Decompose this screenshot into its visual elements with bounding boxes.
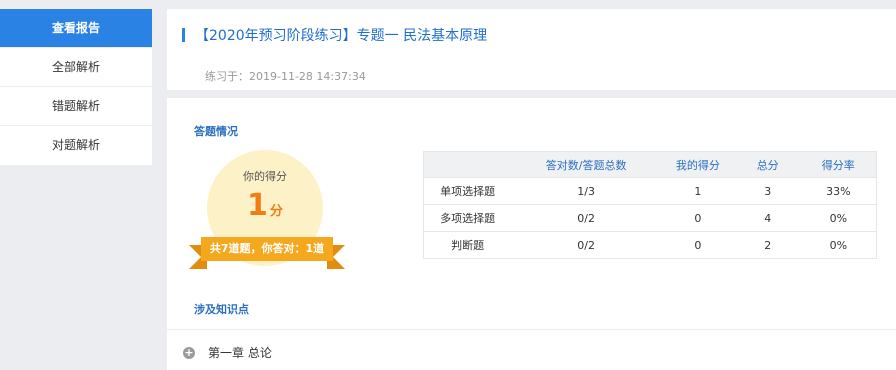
knowledge-item-label: 第一章 总论 [208,346,272,360]
sidebar-item-wrong-analysis[interactable]: 错题解析 [0,87,152,126]
report-main: 答题情况 你的得分 1分 共7道题，你答对：1道 答对数/答题总数 我的得分 总… [167,98,896,370]
stats-header-rate: 得分率 [800,151,877,178]
cell-type: 单项选择题 [423,177,512,205]
cell-rate: 33% [800,177,877,205]
section-divider [167,329,896,330]
summary-ribbon: 共7道题，你答对：1道 [189,237,345,269]
score-number: 1 [247,188,268,223]
cell-correct: 0/2 [511,204,661,232]
page-title: 【2020年预习阶段练习】专题一 民法基本原理 [195,28,488,44]
stats-header-correct: 答对数/答题总数 [511,151,661,178]
sidebar-item-all-analysis[interactable]: 全部解析 [0,48,152,87]
summary-text: 共7道题，你答对：1道 [201,237,333,261]
cell-correct: 1/3 [511,177,661,205]
score-unit: 分 [269,204,283,219]
title-accent-bar [182,28,185,42]
sidebar-item-correct-analysis[interactable]: 对题解析 [0,126,152,165]
cell-type: 判断题 [423,231,512,259]
stats-header-total: 总分 [734,151,801,178]
cell-my-score: 0 [660,204,735,232]
stats-header-type [423,151,512,178]
cell-rate: 0% [800,231,877,259]
stats-table: 答对数/答题总数 我的得分 总分 得分率 单项选择题 1/3 1 3 33% 多… [423,151,877,259]
knowledge-item[interactable]: + 第一章 总论 [183,344,272,361]
stats-header-my-score: 我的得分 [660,151,735,178]
sidebar-item-view-report[interactable]: 查看报告 [0,9,152,48]
cell-total: 2 [734,231,801,259]
cell-my-score: 0 [660,231,735,259]
cell-correct: 0/2 [511,231,661,259]
knowledge-section-title: 涉及知识点 [194,303,249,316]
cell-my-score: 1 [660,177,735,205]
table-row: 单项选择题 1/3 1 3 33% [423,177,877,205]
score-label: 你的得分 [243,170,287,183]
cell-total: 3 [734,177,801,205]
table-row: 判断题 0/2 0 2 0% [423,231,877,259]
cell-rate: 0% [800,204,877,232]
answers-section-title: 答题情况 [194,125,238,138]
practice-time: 练习于：2019-11-28 14:37:34 [205,70,366,83]
plus-circle-icon[interactable]: + [183,346,195,359]
report-header: 【2020年预习阶段练习】专题一 民法基本原理 练习于：2019-11-28 1… [167,9,896,90]
sidebar: 查看报告 全部解析 错题解析 对题解析 [0,9,152,165]
stats-header-row: 答对数/答题总数 我的得分 总分 得分率 [423,151,877,178]
cell-type: 多项选择题 [423,204,512,232]
table-row: 多项选择题 0/2 0 4 0% [423,204,877,232]
cell-total: 4 [734,204,801,232]
score-value: 1分 [207,188,323,223]
